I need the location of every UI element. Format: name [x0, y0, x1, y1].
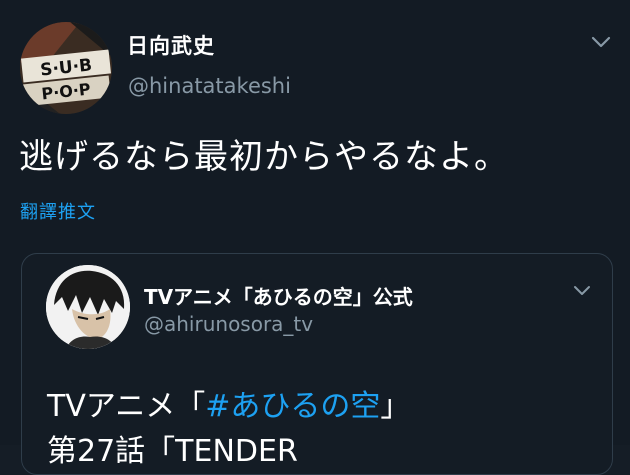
quoted-text-prefix: TVアニメ	[47, 389, 176, 424]
chevron-down-icon[interactable]	[590, 34, 612, 50]
anime-character-avatar-icon	[46, 265, 130, 349]
display-name[interactable]: 日向武史	[127, 30, 215, 60]
tweet-card[interactable]: S·U·B P·O·P 日向武史 @hinatatakeshi 逃げるなら最初か…	[0, 0, 630, 475]
quoted-avatar[interactable]	[46, 265, 130, 349]
sub-pop-logo-icon: S·U·B P·O·P	[20, 22, 112, 114]
quoted-user-handle[interactable]: @ahirunosora_tv	[144, 312, 313, 336]
chevron-down-icon[interactable]	[572, 284, 592, 298]
tweet-text: 逃げるなら最初からやるなよ。	[19, 137, 509, 177]
quoted-tweet-text-line-2: 第27話「TENDER	[47, 434, 298, 469]
quoted-tweet-card[interactable]: TVアニメ「あひるの空」公式 @ahirunosora_tv TVアニメ「#あひ…	[21, 253, 613, 475]
avatar[interactable]: S·U·B P·O·P	[20, 22, 112, 114]
user-handle[interactable]: @hinatatakeshi	[128, 74, 291, 98]
quoted-text-bracket-close: 」	[380, 389, 411, 424]
quoted-tweet-text-line: TVアニメ「#あひるの空」	[47, 381, 410, 425]
quoted-display-name[interactable]: TVアニメ「あひるの空」公式	[144, 281, 413, 310]
translate-tweet-link[interactable]: 翻譯推文	[20, 198, 96, 224]
quoted-text-bracket-open: 「	[175, 389, 206, 424]
hashtag-link[interactable]: #あひるの空	[205, 389, 380, 424]
